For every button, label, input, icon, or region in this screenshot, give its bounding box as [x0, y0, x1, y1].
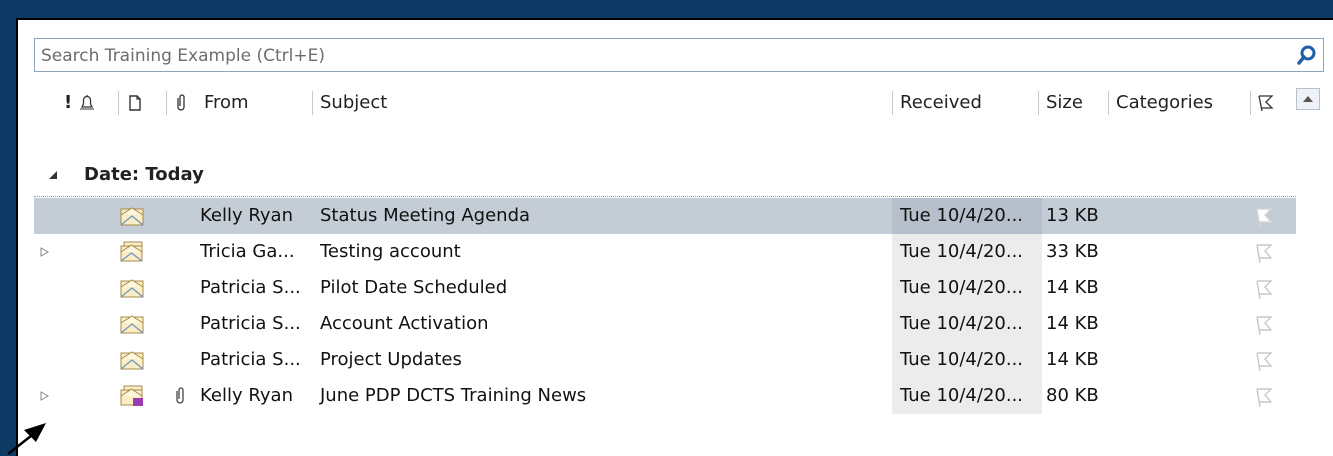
column-separator [166, 91, 167, 115]
scroll-up-button[interactable] [1296, 88, 1320, 110]
envelope-icon [120, 207, 144, 226]
flag-icon[interactable] [1252, 313, 1274, 337]
scroll-up-icon [1303, 96, 1313, 102]
column-separator [118, 91, 119, 115]
message-size: 80 KB [1046, 385, 1099, 406]
message-from: Tricia Ga... [200, 241, 295, 262]
attachment-icon[interactable] [172, 93, 190, 113]
envelope-icon [120, 351, 144, 370]
column-separator [1250, 91, 1251, 115]
categories-column-header[interactable]: Categories [1116, 85, 1213, 121]
message-row[interactable]: Patricia S... Project Updates Tue 10/4/2… [34, 342, 1296, 378]
expander-icon[interactable] [40, 391, 49, 401]
message-size: 33 KB [1046, 241, 1099, 262]
importance-column-header[interactable]: ! [64, 85, 72, 121]
search-input[interactable] [39, 40, 1273, 72]
message-received: Tue 10/4/20... [900, 277, 1024, 298]
flag-icon[interactable] [1252, 277, 1274, 301]
from-column-header[interactable]: From [204, 85, 249, 121]
expander-icon[interactable] [40, 247, 49, 257]
message-size: 14 KB [1046, 277, 1099, 298]
message-row[interactable]: Tricia Ga... Testing account Tue 10/4/20… [34, 234, 1296, 270]
group-divider [34, 196, 1296, 197]
size-column-header[interactable]: Size [1046, 85, 1083, 121]
message-subject: Testing account [320, 241, 461, 262]
message-subject: June PDP DCTS Training News [320, 385, 587, 406]
message-from: Patricia S... [200, 349, 301, 370]
flag-icon[interactable] [1252, 241, 1274, 265]
message-from: Patricia S... [200, 277, 301, 298]
message-row[interactable]: Kelly Ryan June PDP DCTS Training News T… [34, 378, 1296, 414]
message-from: Patricia S... [200, 313, 301, 334]
column-separator [892, 91, 893, 115]
subject-column-header[interactable]: Subject [320, 85, 387, 121]
search-icon[interactable] [1295, 43, 1319, 67]
envelope-icon [120, 279, 144, 298]
reminder-bell-icon[interactable] [78, 93, 96, 113]
group-label: Date: Today [84, 164, 204, 185]
collapse-icon[interactable] [48, 170, 58, 180]
message-row[interactable]: Patricia S... Pilot Date Scheduled Tue 1… [34, 270, 1296, 306]
message-subject: Project Updates [320, 349, 462, 370]
received-column-header[interactable]: Received [900, 85, 982, 121]
flag-icon[interactable] [1256, 93, 1274, 113]
message-subject: Pilot Date Scheduled [320, 277, 508, 298]
message-subject: Account Activation [320, 313, 489, 334]
column-separator [312, 91, 313, 115]
column-separator [1108, 91, 1109, 115]
message-size: 13 KB [1046, 205, 1099, 226]
column-header: ! From Subject Received Size Categories [34, 85, 1324, 121]
attachment-icon [176, 387, 184, 404]
envelope-icon [120, 385, 143, 406]
message-received: Tue 10/4/20... [900, 241, 1024, 262]
column-separator [1038, 91, 1039, 115]
search-box[interactable] [34, 38, 1324, 72]
document-icon[interactable] [126, 93, 144, 113]
flag-icon[interactable] [1252, 205, 1274, 229]
message-from: Kelly Ryan [200, 385, 293, 406]
callout-arrow-icon [7, 423, 46, 455]
flag-icon[interactable] [1252, 385, 1274, 409]
envelope-icon [120, 241, 143, 262]
message-received: Tue 10/4/20... [900, 313, 1024, 334]
message-size: 14 KB [1046, 313, 1099, 334]
message-row[interactable]: Patricia S... Account Activation Tue 10/… [34, 306, 1296, 342]
envelope-icon [120, 315, 144, 334]
flag-icon[interactable] [1252, 349, 1274, 373]
message-size: 14 KB [1046, 349, 1099, 370]
message-received: Tue 10/4/20... [900, 385, 1024, 406]
message-row[interactable]: Kelly Ryan Status Meeting Agenda Tue 10/… [34, 198, 1296, 234]
message-received: Tue 10/4/20... [900, 205, 1024, 226]
message-from: Kelly Ryan [200, 205, 293, 226]
message-received: Tue 10/4/20... [900, 349, 1024, 370]
message-subject: Status Meeting Agenda [320, 205, 531, 226]
